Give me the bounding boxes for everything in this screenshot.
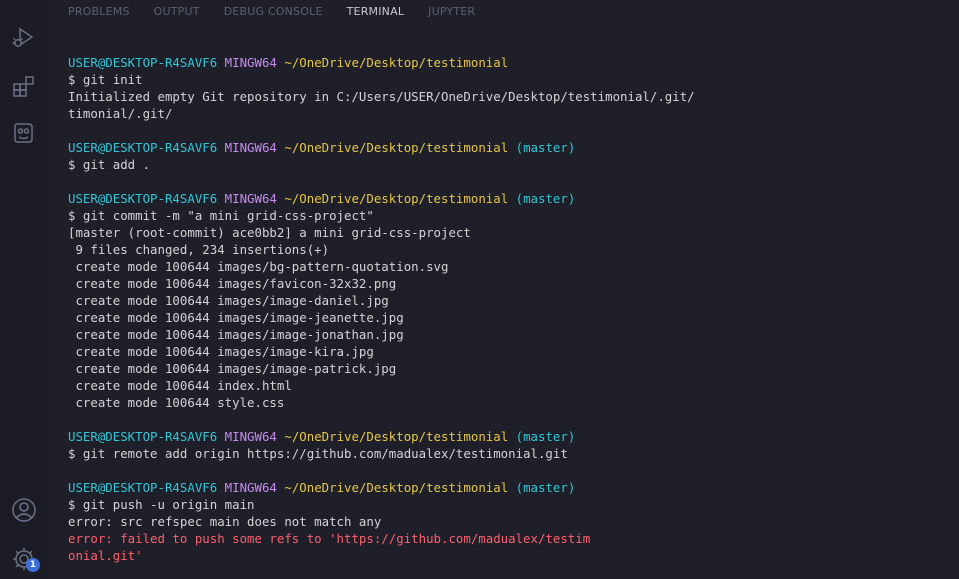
error-output-line: onial.git' [68,548,143,563]
tab-problems[interactable]: PROBLEMS [68,4,142,22]
prompt-user: USER@DESKTOP-R4SAVF6 [68,55,218,70]
prompt-branch: (master) [515,480,576,495]
output-line: create mode 100644 style.css [68,395,285,410]
activity-bar: 1 [0,0,48,579]
output-line: create mode 100644 images/bg-pattern-quo… [68,259,449,274]
prompt-user: USER@DESKTOP-R4SAVF6 [68,140,218,155]
prompt-user: USER@DESKTOP-R4SAVF6 [68,429,218,444]
prompt-shell: MINGW64 [224,429,277,444]
prompt-line: USER@DESKTOP-R4SAVF6 MINGW64 ~/OneDrive/… [68,54,948,71]
vscode-window: 1 PROBLEMS OUTPUT DEBUG CONSOLE TERMINAL JUP… [0,0,959,579]
output-line: create mode 100644 images/favicon-32x32.… [68,276,397,291]
output-line: create mode 100644 images/image-patrick.… [68,361,397,376]
output-line: create mode 100644 images/image-kira.jpg [68,344,374,359]
panel: PROBLEMS OUTPUT DEBUG CONSOLE TERMINAL JUPYT… [48,0,959,579]
command-line: $ git push -u origin main [68,497,255,512]
remote-icon[interactable] [8,117,40,149]
prompt-line: USER@DESKTOP-R4SAVF6 MINGW64 ~/OneDrive/… [68,190,948,207]
prompt-line: USER@DESKTOP-R4SAVF6 MINGW64 ~/OneDrive/… [68,139,948,156]
command-line: $ git add . [68,157,151,172]
output-line: [master (root-commit) ace0bb2] a mini gr… [68,225,471,240]
prompt-path: ~/OneDrive/Desktop/testimonial [284,55,509,70]
tab-terminal[interactable]: TERMINAL [335,4,417,22]
prompt-path: ~/OneDrive/Desktop/testimonial [284,191,509,206]
prompt-path: ~/OneDrive/Desktop/testimonial [284,140,509,155]
panel-tabs: PROBLEMS OUTPUT DEBUG CONSOLE TERMINAL JUPYT… [68,4,487,22]
output-line: error: src refspec main does not match a… [68,514,382,529]
output-line: create mode 100644 index.html [68,378,292,393]
command-line: $ git remote add origin https://github.c… [68,446,568,461]
terminal-output[interactable]: USER@DESKTOP-R4SAVF6 MINGW64 ~/OneDrive/… [68,54,948,564]
prompt-path: ~/OneDrive/Desktop/testimonial [284,429,509,444]
prompt-user: USER@DESKTOP-R4SAVF6 [68,191,218,206]
command-line: $ git init [68,72,143,87]
tab-jupyter[interactable]: JUPYTER [416,4,487,22]
output-line: Initialized empty Git repository in C:/U… [68,89,695,104]
error-output-line: error: failed to push some refs to 'http… [68,531,591,546]
output-line: create mode 100644 images/image-jeanette… [68,310,404,325]
prompt-user: USER@DESKTOP-R4SAVF6 [68,480,218,495]
run-debug-icon[interactable] [8,21,40,53]
output-line: timonial/.git/ [68,106,173,121]
prompt-line: USER@DESKTOP-R4SAVF6 MINGW64 ~/OneDrive/… [68,428,948,445]
output-line: create mode 100644 images/image-jonathan… [68,327,404,342]
command-line: $ git commit -m "a mini grid-css-project… [68,208,374,223]
tab-output[interactable]: OUTPUT [142,4,212,22]
prompt-line: USER@DESKTOP-R4SAVF6 MINGW64 ~/OneDrive/… [68,479,948,496]
output-line: 9 files changed, 234 insertions(+) [68,242,330,257]
account-icon[interactable] [8,494,40,526]
prompt-shell: MINGW64 [224,55,277,70]
settings-badge: 1 [26,558,40,572]
prompt-branch: (master) [515,140,576,155]
prompt-shell: MINGW64 [224,191,277,206]
prompt-shell: MINGW64 [224,140,277,155]
tab-debug-console[interactable]: DEBUG CONSOLE [212,4,335,22]
prompt-branch: (master) [515,191,576,206]
prompt-shell: MINGW64 [224,480,277,495]
output-line: create mode 100644 images/image-daniel.j… [68,293,389,308]
prompt-branch: (master) [515,429,576,444]
extensions-icon[interactable] [8,70,40,102]
prompt-path: ~/OneDrive/Desktop/testimonial [284,480,509,495]
